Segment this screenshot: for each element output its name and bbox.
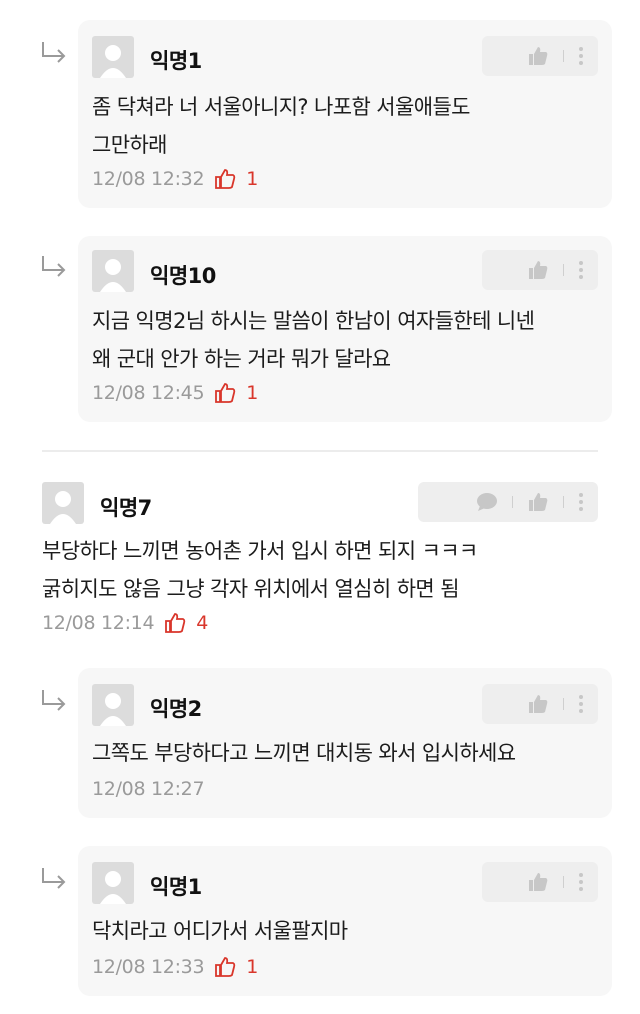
comment-author: 익명1 (150, 875, 202, 899)
comment-body: 닥치라고 어디가서 서울팔지마 (92, 912, 348, 950)
more-vertical-icon[interactable] (578, 260, 584, 280)
action-divider (563, 496, 564, 508)
comment-author: 익명1 (150, 49, 202, 73)
like-count: 1 (214, 382, 258, 404)
like-number: 1 (246, 382, 259, 404)
reply-arrow-icon (40, 40, 68, 66)
more-vertical-icon[interactable] (578, 694, 584, 714)
comment-author: 익명10 (150, 264, 216, 288)
avatar (92, 36, 134, 78)
action-divider (563, 876, 564, 888)
reply-card: 익명10 지금 익명2님 하시는 말씀이 한남이 여자들한테 니넨 왜 군대 안… (78, 236, 612, 422)
like-count: 1 (214, 168, 258, 190)
comment-author: 익명2 (150, 697, 202, 721)
thumbs-up-icon[interactable] (527, 693, 549, 715)
comment-actions (482, 250, 598, 290)
like-count: 1 (214, 956, 258, 978)
avatar (42, 482, 84, 524)
comment-timestamp: 12/08 12:27 (92, 778, 205, 800)
comment-timestamp: 12/08 12:45 (92, 382, 205, 404)
thumbs-up-icon[interactable] (527, 259, 549, 281)
heart-outline-icon (215, 957, 236, 977)
comment-author: 익명7 (100, 496, 152, 520)
thumbs-up-icon[interactable] (527, 871, 549, 893)
comment-meta: 12/08 12:32 1 (92, 168, 258, 190)
comment-body: 부당하다 느끼면 농어촌 가서 입시 하면 되지 ㅋㅋㅋ 굵히지도 않음 그냥 … (42, 532, 478, 608)
heart-outline-icon (215, 383, 236, 403)
like-number: 4 (196, 612, 209, 634)
comment-timestamp: 12/08 12:14 (42, 612, 155, 634)
heart-outline-icon (165, 613, 186, 633)
comment-actions (482, 684, 598, 724)
comment-line: 좀 닥쳐라 너 서울아니지? 나포함 서울애들도 (92, 95, 470, 119)
avatar (92, 862, 134, 904)
comment-line: 왜 군대 안가 하는 거라 뭐가 달라요 (92, 347, 391, 371)
like-count: 4 (164, 612, 208, 634)
comment-line: 그쪽도 부당하다고 느끼면 대치동 와서 입시하세요 (92, 741, 516, 765)
reply-arrow-icon (40, 254, 68, 280)
avatar (92, 684, 134, 726)
comment-line: 그만하래 (92, 133, 167, 157)
comment-line: 부당하다 느끼면 농어촌 가서 입시 하면 되지 ㅋㅋㅋ (42, 539, 478, 563)
reply-card: 익명2 그쪽도 부당하다고 느끼면 대치동 와서 입시하세요 12/08 12:… (78, 668, 612, 818)
comment-line: 닥치라고 어디가서 서울팔지마 (92, 919, 348, 943)
comment-line: 굵히지도 않음 그냥 각자 위치에서 열심히 하면 됨 (42, 577, 460, 601)
reply-arrow-icon (40, 866, 68, 892)
comment-actions (418, 482, 598, 522)
more-vertical-icon[interactable] (578, 492, 584, 512)
comment-meta: 12/08 12:27 (92, 778, 205, 800)
thread-divider (42, 450, 598, 452)
like-number: 1 (246, 956, 259, 978)
more-vertical-icon[interactable] (578, 46, 584, 66)
reply-card: 익명1 닥치라고 어디가서 서울팔지마 12/08 12:33 1 (78, 846, 612, 996)
comment-meta: 12/08 12:45 1 (92, 382, 258, 404)
comment-body: 지금 익명2님 하시는 말씀이 한남이 여자들한테 니넨 왜 군대 안가 하는 … (92, 302, 535, 378)
speech-bubble-icon[interactable] (476, 492, 498, 512)
comment-timestamp: 12/08 12:32 (92, 168, 205, 190)
comment-actions (482, 862, 598, 902)
action-divider (512, 496, 513, 508)
heart-outline-icon (215, 169, 236, 189)
more-vertical-icon[interactable] (578, 872, 584, 892)
comment-timestamp: 12/08 12:33 (92, 956, 205, 978)
comment-actions (482, 36, 598, 76)
reply-card: 익명1 좀 닥쳐라 너 서울아니지? 나포함 서울애들도 그만하래 12/08 … (78, 20, 612, 208)
action-divider (563, 50, 564, 62)
comment-body: 그쪽도 부당하다고 느끼면 대치동 와서 입시하세요 (92, 734, 516, 772)
comment-meta: 12/08 12:14 4 (42, 612, 208, 634)
comment-line: 지금 익명2님 하시는 말씀이 한남이 여자들한테 니넨 (92, 309, 535, 333)
action-divider (563, 264, 564, 276)
thumbs-up-icon[interactable] (527, 491, 549, 513)
comment-meta: 12/08 12:33 1 (92, 956, 258, 978)
comment-body: 좀 닥쳐라 너 서울아니지? 나포함 서울애들도 그만하래 (92, 88, 470, 164)
thumbs-up-icon[interactable] (527, 45, 549, 67)
reply-arrow-icon (40, 688, 68, 714)
avatar (92, 250, 134, 292)
like-number: 1 (246, 168, 259, 190)
action-divider (563, 698, 564, 710)
